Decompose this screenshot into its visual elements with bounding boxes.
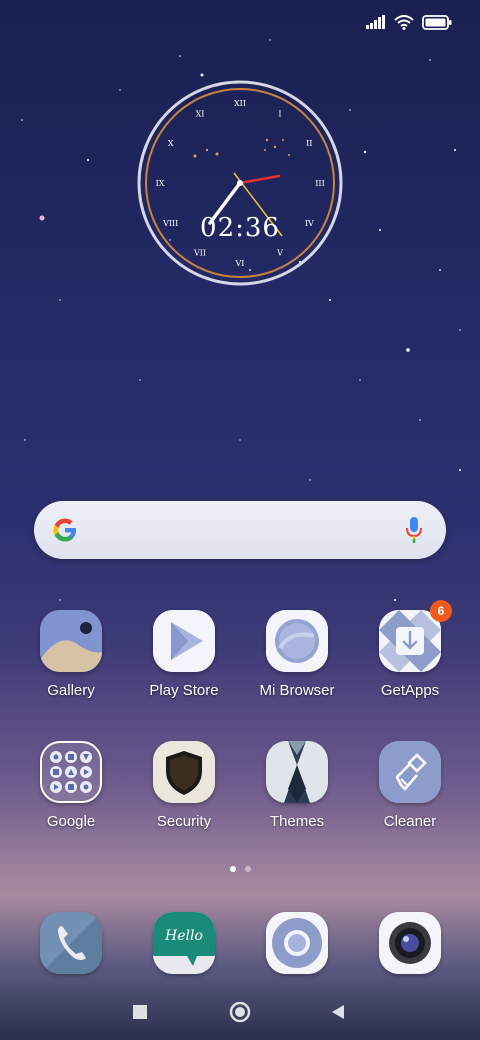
app-label: Security bbox=[156, 813, 212, 830]
cleaner-brush-icon bbox=[379, 741, 441, 803]
play-store-icon bbox=[153, 610, 215, 672]
dock-camera[interactable] bbox=[354, 912, 466, 974]
clock-numeral: II bbox=[306, 139, 312, 148]
clock-numeral: VII bbox=[193, 248, 206, 257]
dock-phone[interactable] bbox=[15, 912, 127, 974]
app-label: Mi Browser bbox=[259, 682, 335, 699]
google-g-icon bbox=[53, 518, 76, 542]
app-label: Gallery bbox=[47, 682, 95, 699]
navigation-bar bbox=[0, 998, 480, 1026]
app-label: GetApps bbox=[380, 682, 440, 699]
app-label: Google bbox=[46, 813, 96, 830]
clock-numeral: XII bbox=[234, 99, 246, 108]
google-search-bar[interactable] bbox=[34, 501, 446, 559]
notification-badge: 6 bbox=[430, 600, 452, 622]
clock-numeral: I bbox=[278, 110, 281, 119]
page-dot-active bbox=[229, 866, 236, 872]
analog-clock-face: XIIIIIIIIIVVVIVIIVIIIIXXXI bbox=[137, 80, 343, 286]
chrome-browser-icon bbox=[266, 912, 328, 974]
app-label: Play Store bbox=[149, 682, 219, 699]
mi-browser-icon bbox=[266, 610, 328, 672]
recents-square-icon[interactable] bbox=[126, 998, 154, 1026]
signal-icon bbox=[366, 15, 385, 29]
app-google-folder[interactable]: Google bbox=[15, 741, 127, 830]
page-indicator bbox=[0, 866, 480, 872]
getapps-icon bbox=[379, 610, 441, 672]
app-cleaner[interactable]: Cleaner bbox=[354, 741, 466, 830]
app-getapps[interactable]: 6 GetApps bbox=[354, 600, 466, 699]
clock-numeral: III bbox=[315, 179, 324, 188]
clock-numeral: X bbox=[168, 139, 174, 148]
camera-icon bbox=[379, 912, 441, 974]
clock-widget[interactable]: XII I II III IV V VI VII VIII IX X XI 02:36 bbox=[137, 80, 343, 286]
clock-numeral: XI bbox=[196, 110, 205, 119]
app-security[interactable]: Security bbox=[128, 741, 240, 830]
wifi-icon bbox=[394, 14, 414, 30]
google-folder-icon bbox=[40, 741, 102, 803]
themes-icon bbox=[266, 741, 328, 803]
status-bar bbox=[366, 8, 452, 36]
battery-icon bbox=[422, 14, 452, 30]
home-circle-icon[interactable] bbox=[226, 998, 254, 1026]
app-label: Cleaner bbox=[383, 813, 437, 830]
dock-messages[interactable]: Hello bbox=[128, 912, 240, 974]
app-label: Themes bbox=[269, 813, 325, 830]
mic-icon[interactable] bbox=[404, 516, 424, 544]
back-triangle-icon[interactable] bbox=[324, 998, 352, 1026]
phone-icon bbox=[40, 912, 102, 974]
page-dot bbox=[244, 866, 251, 872]
message-bubble-text: Hello bbox=[164, 928, 203, 944]
app-themes[interactable]: Themes bbox=[241, 741, 353, 830]
messages-icon: Hello bbox=[153, 912, 215, 974]
clock-numeral: VI bbox=[235, 259, 245, 268]
clock-numeral: IX bbox=[156, 179, 165, 188]
clock-numeral: V bbox=[276, 248, 283, 257]
clock-time: 02:36 bbox=[200, 213, 280, 243]
dock-browser[interactable] bbox=[241, 912, 353, 974]
app-gallery[interactable]: Gallery bbox=[15, 610, 127, 699]
gallery-icon bbox=[40, 610, 102, 672]
app-play-store[interactable]: Play Store bbox=[128, 610, 240, 699]
security-shield-icon bbox=[153, 741, 215, 803]
app-mi-browser[interactable]: Mi Browser bbox=[241, 610, 353, 699]
